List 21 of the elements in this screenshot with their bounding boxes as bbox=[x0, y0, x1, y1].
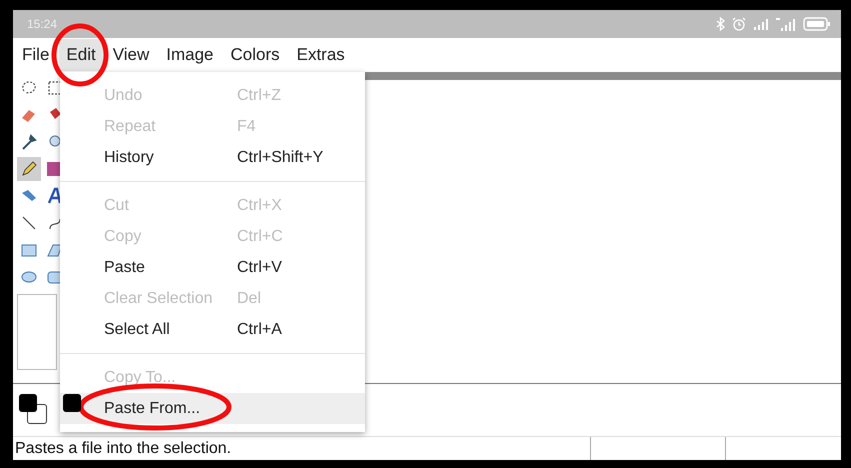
signal-icon bbox=[753, 18, 769, 30]
menu-item[interactable]: View bbox=[106, 39, 156, 71]
menu-entry[interactable]: Paste Ctrl+V bbox=[60, 252, 365, 283]
pencil-icon bbox=[20, 160, 38, 178]
menu-entry[interactable]: History Ctrl+Shift+Y bbox=[60, 142, 365, 173]
menu-item[interactable]: Extras bbox=[290, 39, 352, 71]
status-message: Pastes a file into the selection. bbox=[14, 440, 232, 458]
color-swatch-drawing[interactable] bbox=[19, 394, 49, 426]
bluetooth-icon bbox=[716, 17, 725, 31]
menu-item[interactable]: Edit bbox=[59, 39, 103, 71]
menu-item[interactable]: Colors bbox=[224, 39, 287, 71]
menu-entry[interactable]: Paste From... bbox=[60, 393, 365, 424]
menu-item[interactable]: File bbox=[15, 39, 56, 71]
menu-item[interactable]: Image bbox=[159, 39, 220, 71]
picker-icon bbox=[20, 133, 38, 151]
battery-icon bbox=[803, 17, 831, 31]
signal-icon bbox=[776, 17, 796, 31]
menu-entry[interactable]: Select All Ctrl+A bbox=[60, 314, 365, 345]
line-icon bbox=[20, 214, 38, 232]
alarm-icon bbox=[732, 17, 746, 31]
pencil-tool[interactable] bbox=[17, 157, 41, 181]
